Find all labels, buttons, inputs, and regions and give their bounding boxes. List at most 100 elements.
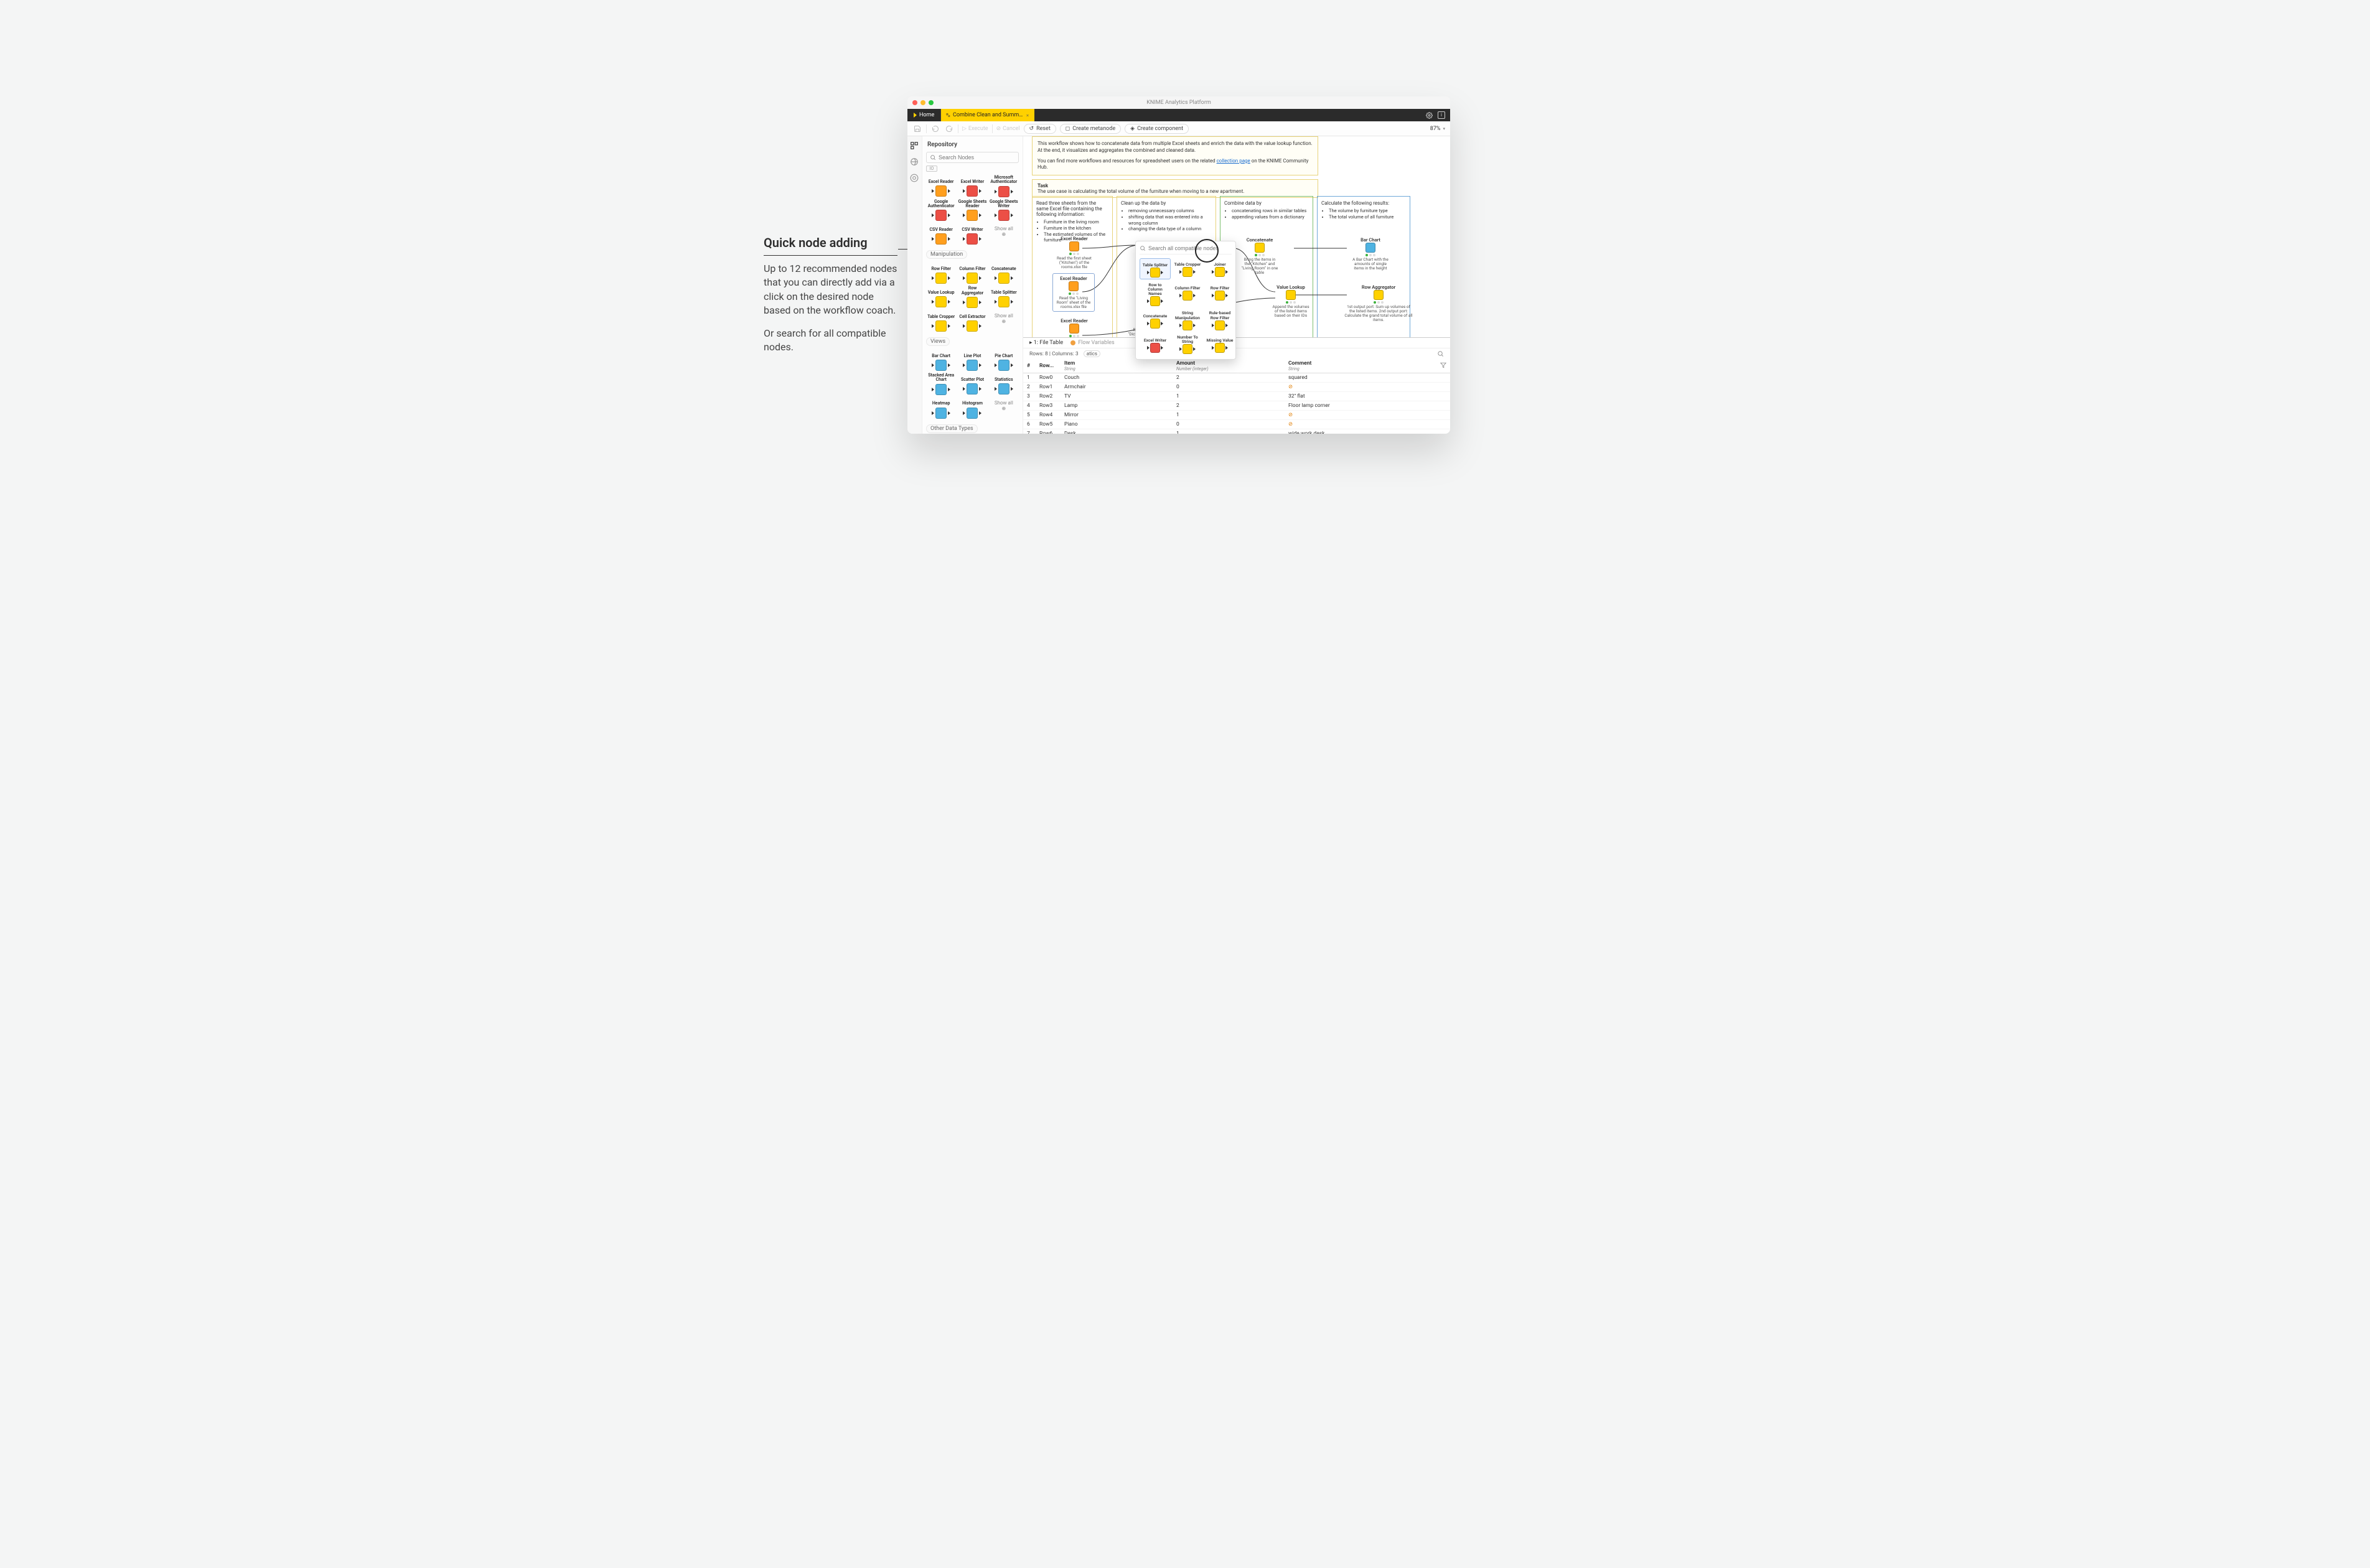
close-window[interactable] — [912, 100, 917, 105]
quick-add-node[interactable]: Table Cropper — [1172, 258, 1203, 279]
cat-other[interactable]: Other Data Types — [926, 424, 978, 433]
repo-node[interactable]: Pie Chart — [989, 350, 1019, 371]
repo-node[interactable]: Line Plot — [957, 350, 987, 371]
repo-node[interactable]: Histogram — [957, 398, 987, 419]
left-rail — [907, 136, 922, 434]
node-row-aggregator[interactable]: Row Aggregator 1st output port: Sum up v… — [1344, 284, 1413, 323]
table-meta: Rows: 8 | Columns: 3 — [1029, 351, 1079, 357]
rail-repository[interactable] — [910, 141, 920, 151]
quick-add-node[interactable]: Column Filter — [1172, 282, 1203, 307]
reset-button[interactable]: ↺ Reset — [1024, 124, 1056, 134]
repo-node[interactable]: Cell Extractor — [957, 310, 987, 332]
repo-node[interactable]: Excel Reader — [926, 175, 956, 197]
canvas[interactable]: This workflow shows how to concatenate d… — [1023, 136, 1450, 434]
repo-node[interactable]: Bar Chart — [926, 350, 956, 371]
cat-views[interactable]: Views — [926, 337, 950, 346]
filter-icon[interactable] — [1440, 362, 1446, 368]
cancel-button[interactable]: ⊘ Cancel — [996, 126, 1020, 132]
quick-add-node[interactable]: Table Splitter — [1140, 258, 1171, 279]
repo-node[interactable]: CSV Reader — [926, 223, 956, 245]
tab-home[interactable]: Home — [907, 109, 941, 121]
gear-icon[interactable] — [1426, 112, 1433, 119]
table-tab-flowvars[interactable]: Flow Variables — [1070, 340, 1115, 346]
table-tab-file[interactable]: ▸ 1: File Table — [1029, 340, 1063, 346]
table-row[interactable]: 1Row0Couch2squared — [1023, 373, 1450, 383]
repo-node[interactable]: Table Cropper — [926, 310, 956, 332]
node-excel-reader-2[interactable]: Excel Reader Read the "Living Room" shee… — [1052, 273, 1095, 312]
popover-search-input[interactable] — [1148, 245, 1232, 251]
tab-workflow[interactable]: Combine Clean and Summarize Spreads... — [941, 109, 1034, 121]
table-row[interactable]: 6Row5Piano0⊘ — [1023, 420, 1450, 429]
node-concatenate[interactable]: Concatenate Bring the items in the "Kitc… — [1241, 237, 1278, 276]
repo-node[interactable]: Concatenate — [989, 263, 1019, 284]
repo-node[interactable]: CSV Writer — [957, 223, 987, 245]
caption: Quick node adding Up to 12 recommended n… — [764, 235, 897, 363]
repo-node[interactable]: Column Filter — [957, 263, 987, 284]
quick-add-node[interactable]: String Manipulation — [1172, 310, 1203, 331]
redo-button[interactable] — [944, 124, 954, 134]
table-row[interactable]: 7Row6Desk1wide work desk — [1023, 429, 1450, 434]
rail-hub[interactable] — [910, 157, 920, 167]
repo-node[interactable]: Stacked Area Chart — [926, 373, 956, 395]
sidebar-title: Repository — [926, 140, 1019, 152]
node-bar-chart[interactable]: Bar Chart A Bar Chart with the amounts o… — [1352, 237, 1389, 271]
quick-add-node[interactable]: Rule-based Row Filter — [1204, 310, 1235, 331]
caption-p2: Or search for all compatible nodes. — [764, 327, 897, 355]
quick-add-popover: Table Splitter Table Cropper Joiner Row … — [1135, 241, 1236, 360]
tab-workflow-label: Combine Clean and Summarize Spreads... — [953, 112, 1023, 118]
maximize-window[interactable] — [929, 100, 934, 105]
cat-manipulation[interactable]: Manipulation — [926, 250, 967, 259]
data-table[interactable]: # Row... ItemString AmountNumber (intege… — [1023, 359, 1450, 434]
close-tab-icon[interactable] — [1026, 113, 1029, 118]
table-row[interactable]: 2Row1Armchair0⊘ — [1023, 383, 1450, 392]
execute-button[interactable]: ▷ Execute — [962, 126, 988, 132]
repo-node[interactable]: Microsoft Authenticator — [989, 175, 1019, 197]
repo-node[interactable]: Google Sheets Reader — [957, 200, 987, 222]
repo-node[interactable]: Row Aggregator — [957, 286, 987, 308]
search-icon — [930, 154, 936, 161]
quick-add-node[interactable]: Concatenate — [1140, 310, 1171, 331]
show-all[interactable]: Show all⊕ — [989, 310, 1019, 332]
search-nodes[interactable] — [926, 152, 1019, 163]
repo-node[interactable]: Heatmap — [926, 398, 956, 419]
zoom-level[interactable]: 87% — [1430, 126, 1441, 132]
repo-node[interactable]: Value Lookup — [926, 286, 956, 308]
quick-add-node[interactable]: Row to Column Names — [1140, 282, 1171, 307]
search-input[interactable] — [939, 154, 1015, 161]
undo-button[interactable] — [930, 124, 940, 134]
minimize-window[interactable] — [920, 100, 925, 105]
show-all[interactable]: Show all⊕ — [989, 398, 1019, 419]
stats-pill[interactable]: atics — [1084, 350, 1100, 357]
repo-node[interactable]: Google Sheets Writer — [989, 200, 1019, 222]
node-excel-reader-1[interactable]: Excel Reader Read the first sheet ("Kitc… — [1056, 236, 1093, 269]
repo-node[interactable]: Excel Writer — [957, 175, 987, 197]
chevron-down-icon[interactable]: ▾ — [1443, 126, 1445, 131]
quick-add-node[interactable]: Number To String — [1172, 334, 1203, 355]
save-button[interactable] — [912, 124, 922, 134]
task-panel: Task The use case is calculating the tot… — [1032, 179, 1318, 198]
table-row[interactable]: 4Row3Lamp2Floor lamp corner — [1023, 401, 1450, 411]
quick-add-node[interactable]: Row Filter — [1204, 282, 1235, 307]
node-value-lookup[interactable]: Value Lookup Append the volumes of the l… — [1272, 284, 1309, 318]
collection-link[interactable]: collection page — [1217, 158, 1250, 164]
repo-node[interactable]: Table Splitter — [989, 286, 1019, 308]
create-component-button[interactable]: ◈ Create component — [1125, 124, 1189, 134]
toolbar: ▷ Execute ⊘ Cancel ↺ Reset ◻ Create meta… — [907, 121, 1450, 136]
window-controls — [912, 100, 934, 105]
quick-add-node[interactable]: Missing Value — [1204, 334, 1235, 355]
repo-node[interactable]: Statistics — [989, 373, 1019, 395]
create-metanode-button[interactable]: ◻ Create metanode — [1060, 124, 1121, 134]
table-row[interactable]: 3Row2TV132" flat — [1023, 392, 1450, 401]
magnifier-annotation — [1195, 239, 1219, 263]
rail-help[interactable] — [910, 174, 920, 184]
info-icon[interactable]: i — [1438, 111, 1445, 119]
table-row[interactable]: 5Row4Mirror1⊘ — [1023, 411, 1450, 420]
show-all[interactable]: Show all⊕ — [989, 223, 1019, 245]
quick-add-node[interactable]: Excel Writer — [1140, 334, 1171, 355]
repo-node[interactable]: Scatter Plot — [957, 373, 987, 395]
search-icon[interactable] — [1437, 350, 1444, 357]
app-window: KNIME Analytics Platform Home Combine Cl… — [907, 96, 1450, 434]
repo-node[interactable]: Row Filter — [926, 263, 956, 284]
caption-rule — [764, 255, 897, 256]
repo-node[interactable]: Google Authenticator — [926, 200, 956, 222]
